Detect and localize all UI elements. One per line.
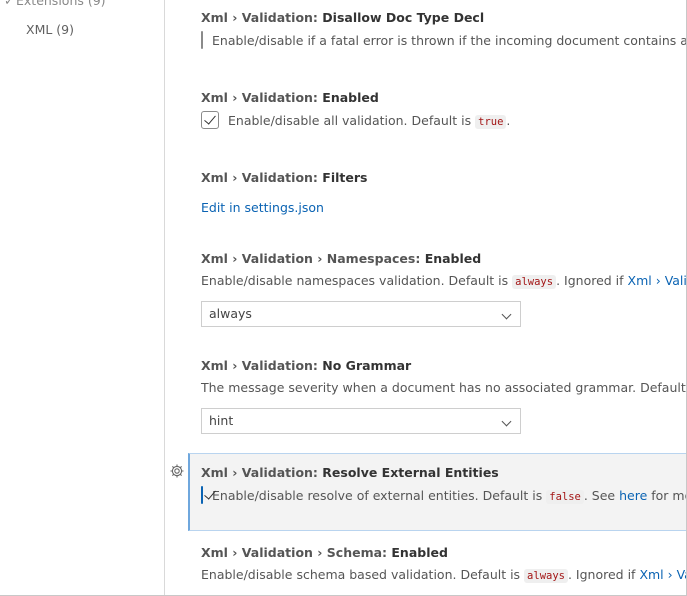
toc-item-extensions[interactable]: ✓ Extensions (9) [4, 0, 106, 8]
namespaces-enabled-select[interactable]: always [201, 301, 521, 327]
validation-enabled-checkbox[interactable] [201, 111, 219, 129]
setting-description: Enable/disable namespaces validation. De… [201, 273, 687, 289]
setting-no-grammar: Xml › Validation: No Grammar The message… [201, 358, 687, 395]
setting-description: The message severity when a document has… [201, 380, 687, 395]
setting-disallow-doc-type-decl: Xml › Validation: Disallow Doc Type Decl… [201, 10, 687, 49]
setting-validation-enabled: Xml › Validation: Enabled Enable/disable… [201, 90, 687, 129]
setting-title: Xml › Validation › Namespaces: Enabled [201, 251, 482, 266]
settings-list: Xml › Validation: Disallow Doc Type Decl… [165, 0, 687, 596]
chevron-down-icon [501, 309, 512, 320]
setting-title: Xml › Validation: No Grammar [201, 358, 412, 373]
setting-schema-enabled: Xml › Validation › Schema: Enabled Enabl… [201, 545, 687, 583]
setting-title: Xml › Validation: Filters [201, 170, 368, 185]
setting-namespaces-enabled: Xml › Validation › Namespaces: Enabled E… [201, 251, 687, 289]
setting-title: Xml › Validation: Resolve External Entit… [201, 465, 499, 480]
select-value: hint [209, 413, 234, 428]
setting-title: Xml › Validation › Schema: Enabled [201, 545, 448, 560]
xml-validation-link[interactable]: Xml › Validation [639, 567, 687, 582]
default-value-code: always [524, 569, 568, 583]
xml-validation-link[interactable]: Xml › Validation [628, 273, 687, 288]
no-grammar-select[interactable]: hint [201, 408, 521, 434]
setting-resolve-external-entities: Xml › Validation: Resolve External Entit… [201, 465, 687, 504]
default-value-code: false [546, 489, 584, 504]
toc-item-xml[interactable]: XML (9) [26, 22, 74, 37]
edit-in-settings-json-link[interactable]: Edit in settings.json [201, 200, 324, 215]
select-value: always [209, 306, 252, 321]
setting-validation-filters: Xml › Validation: Filters Edit in settin… [201, 170, 687, 216]
chevron-down-icon [501, 416, 512, 427]
chevron-down-icon: ✓ [4, 0, 15, 8]
gear-icon[interactable] [169, 463, 185, 479]
here-link[interactable]: here [619, 488, 647, 503]
default-value-code: true [475, 114, 507, 129]
default-value-code: always [512, 275, 557, 289]
setting-title: Xml › Validation: Disallow Doc Type Decl [201, 10, 485, 25]
resolve-external-entities-checkbox[interactable] [201, 486, 203, 504]
settings-toc: ✓ Extensions (9) XML (9) [0, 0, 165, 596]
setting-description: Enable/disable if a fatal error is throw… [212, 32, 687, 48]
setting-description: Enable/disable resolve of external entit… [212, 487, 687, 504]
setting-title: Xml › Validation: Enabled [201, 90, 379, 105]
setting-description: Enable/disable schema based validation. … [201, 567, 687, 583]
setting-description: Enable/disable all validation. Default i… [228, 112, 511, 129]
toc-extensions-label: Extensions (9) [16, 0, 106, 8]
disallow-doc-type-checkbox[interactable] [201, 31, 203, 49]
